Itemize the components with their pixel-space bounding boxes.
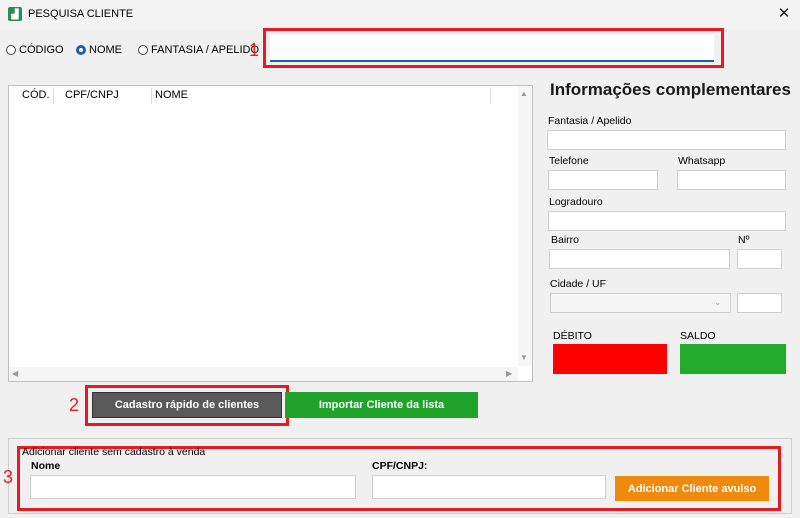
radio-codigo[interactable]: CÓDIGO (6, 44, 64, 56)
radio-fantasia-label: FANTASIA / APELIDO (151, 44, 260, 56)
whatsapp-field[interactable] (677, 170, 786, 190)
cidade-select[interactable]: ⌄ (550, 293, 731, 313)
scroll-left-icon[interactable]: ◀ (12, 369, 18, 378)
quick-register-button[interactable]: Cadastro rápido de clientes (92, 392, 282, 418)
walkin-cpf-label: CPF/CNPJ: (372, 460, 428, 472)
walkin-cpf-field[interactable] (372, 475, 606, 499)
bairro-label: Bairro (551, 234, 580, 246)
column-divider (151, 88, 152, 104)
saldo-value (680, 344, 786, 374)
fantasia-label: Fantasia / Apelido (548, 115, 632, 127)
logradouro-field[interactable] (548, 211, 786, 231)
saldo-label: SALDO (680, 330, 716, 342)
import-client-button[interactable]: Importar Cliente da lista (285, 392, 478, 418)
scroll-up-icon[interactable]: ▲ (520, 89, 528, 98)
radio-nome-circle[interactable] (76, 45, 86, 55)
bairro-field[interactable] (549, 249, 730, 269)
logradouro-label: Logradouro (549, 196, 603, 208)
numero-field[interactable] (737, 249, 782, 269)
radio-fantasia-circle[interactable] (138, 45, 148, 55)
column-header-cod[interactable]: CÓD. (22, 89, 50, 101)
telefone-field[interactable] (548, 170, 658, 190)
column-header-cpf[interactable]: CPF/CNPJ (65, 89, 119, 101)
chevron-down-icon[interactable]: ⌄ (714, 297, 722, 308)
add-avulso-button[interactable]: Adicionar Cliente avulso (615, 476, 769, 501)
results-table[interactable]: CÓD. CPF/CNPJ NOME ▲ ▼ ◀ ▶ (8, 85, 533, 382)
column-divider (53, 88, 54, 104)
radio-codigo-circle[interactable] (6, 45, 16, 55)
radio-nome[interactable]: NOME (76, 44, 122, 56)
annotation-label-1: 1 (249, 40, 260, 60)
scroll-down-icon[interactable]: ▼ (520, 353, 528, 362)
walkin-panel-title: Adicionar cliente sem cadastro à venda (22, 446, 206, 458)
radio-fantasia[interactable]: FANTASIA / APELIDO (138, 44, 259, 56)
fantasia-field[interactable] (547, 130, 786, 150)
column-header-nome[interactable]: NOME (155, 89, 188, 101)
column-divider (490, 88, 491, 104)
cidade-label: Cidade / UF (550, 278, 607, 290)
vertical-scrollbar[interactable]: ▲ ▼ (518, 86, 532, 366)
horizontal-scrollbar[interactable]: ◀ ▶ (9, 367, 518, 381)
close-icon[interactable]: ✕ (772, 3, 796, 25)
walkin-nome-field[interactable] (30, 475, 356, 499)
debito-label: DÉBITO (553, 330, 592, 342)
walkin-nome-label: Nome (31, 460, 61, 472)
window-title: PESQUISA CLIENTE (28, 8, 134, 20)
info-title: Informações complementares (550, 80, 791, 99)
annotation-label-2: 2 (69, 395, 80, 415)
debito-value (553, 344, 667, 374)
annotation-label-3: 3 (3, 467, 14, 487)
whatsapp-label: Whatsapp (678, 155, 726, 167)
telefone-label: Telefone (549, 155, 589, 167)
app-logo-icon: ▟ (8, 7, 22, 21)
radio-codigo-label: CÓDIGO (19, 44, 64, 56)
uf-field[interactable] (737, 293, 782, 313)
scroll-right-icon[interactable]: ▶ (506, 369, 512, 378)
search-input[interactable] (270, 35, 714, 62)
radio-nome-label: NOME (89, 44, 122, 56)
numero-label: Nº (738, 234, 750, 246)
